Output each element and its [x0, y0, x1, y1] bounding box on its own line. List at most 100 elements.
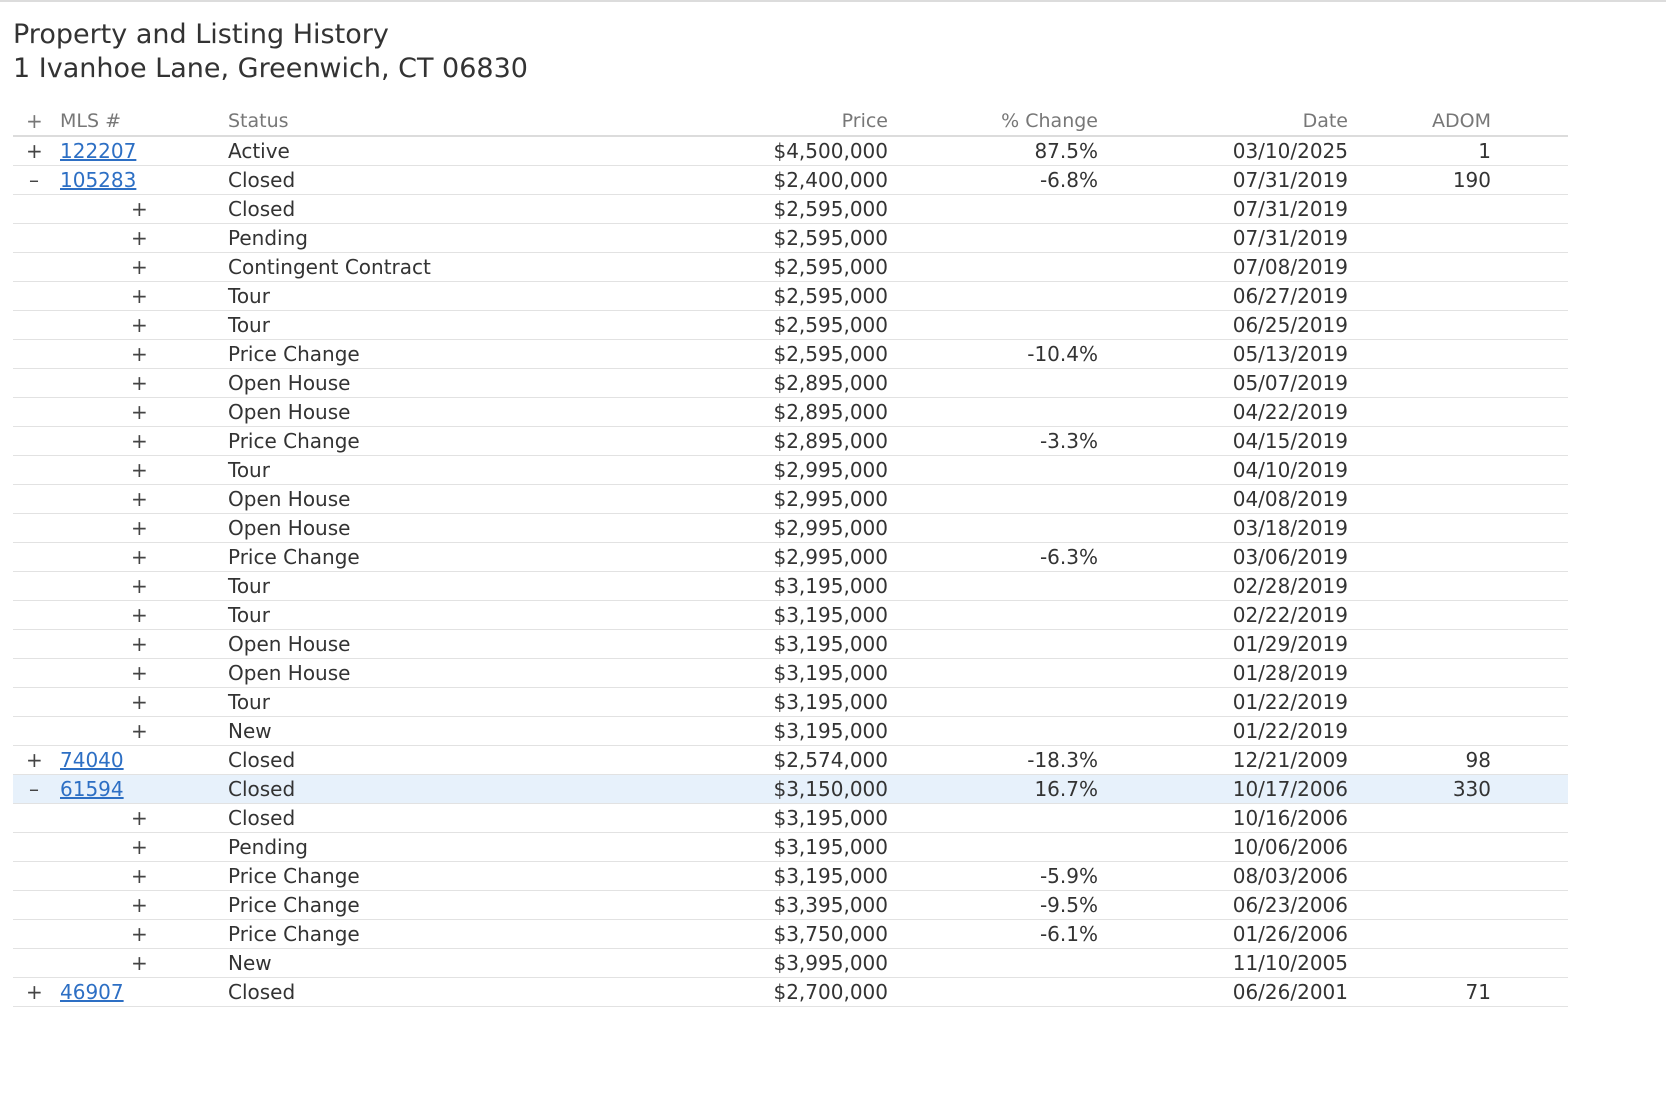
- expand-toggle[interactable]: +: [131, 485, 148, 514]
- expand-toggle[interactable]: +: [131, 224, 148, 253]
- mls-number-link[interactable]: 61594: [60, 777, 124, 801]
- mls-number-link[interactable]: 74040: [60, 748, 124, 772]
- history-event-row[interactable]: + Price Change $2,895,000 -3.3% 04/15/2019: [13, 427, 1568, 456]
- mls-number-link[interactable]: 122207: [60, 139, 136, 163]
- listing-row[interactable]: +46907 Closed $2,700,000 06/26/2001 71: [13, 978, 1568, 1007]
- expand-all-toggle[interactable]: +: [26, 107, 43, 136]
- expand-toggle[interactable]: +: [131, 804, 148, 833]
- history-event-row[interactable]: + Closed $3,195,000 10/16/2006: [13, 804, 1568, 833]
- mls-link[interactable]: 61594: [60, 775, 210, 804]
- listing-row[interactable]: –61594 Closed $3,150,000 16.7% 10/17/2006 330: [13, 775, 1568, 804]
- expand-toggle[interactable]: +: [131, 456, 148, 485]
- history-event-row[interactable]: + Open House $2,995,000 03/18/2019: [13, 514, 1568, 543]
- expand-toggle[interactable]: +: [131, 398, 148, 427]
- column-header-mls[interactable]: MLS #: [60, 107, 210, 136]
- price-cell: $3,195,000: [773, 661, 888, 685]
- expand-toggle[interactable]: +: [131, 572, 148, 601]
- mls-link[interactable]: 74040: [60, 746, 210, 775]
- collapse-toggle[interactable]: –: [26, 775, 42, 804]
- history-event-row[interactable]: + Closed $2,595,000 07/31/2019: [13, 195, 1568, 224]
- history-event-row[interactable]: + Price Change $3,195,000 -5.9% 08/03/2006: [13, 862, 1568, 891]
- expand-toggle[interactable]: +: [131, 920, 148, 949]
- history-event-row[interactable]: + Open House $3,195,000 01/29/2019: [13, 630, 1568, 659]
- adom-cell: 330: [1452, 777, 1491, 801]
- history-event-row[interactable]: + Tour $3,195,000 01/22/2019: [13, 688, 1568, 717]
- history-event-row[interactable]: + Price Change $3,750,000 -6.1% 01/26/2006: [13, 920, 1568, 949]
- history-event-row[interactable]: + Open House $2,895,000 04/22/2019: [13, 398, 1568, 427]
- history-event-row[interactable]: + Pending $3,195,000 10/06/2006: [13, 833, 1568, 862]
- expand-toggle[interactable]: +: [26, 137, 43, 166]
- date-cell: 01/22/2019: [1232, 719, 1348, 743]
- history-event-row[interactable]: + Contingent Contract $2,595,000 07/08/2019: [13, 253, 1568, 282]
- date-cell: 04/08/2019: [1232, 487, 1348, 511]
- expand-toggle[interactable]: +: [131, 311, 148, 340]
- status-cell: Tour: [228, 458, 270, 482]
- expand-toggle[interactable]: +: [26, 746, 43, 775]
- expand-toggle[interactable]: +: [131, 717, 148, 746]
- column-header-change[interactable]: % Change: [898, 107, 1098, 136]
- expand-toggle[interactable]: +: [131, 601, 148, 630]
- collapse-toggle[interactable]: –: [26, 166, 42, 195]
- history-event-row[interactable]: + Open House $2,995,000 04/08/2019: [13, 485, 1568, 514]
- listing-row[interactable]: +122207 Active $4,500,000 87.5% 03/10/2025 1: [13, 137, 1568, 166]
- status-cell: Closed: [228, 777, 296, 801]
- history-event-row[interactable]: + Open House $2,895,000 05/07/2019: [13, 369, 1568, 398]
- mls-number-link[interactable]: 105283: [60, 168, 136, 192]
- mls-link[interactable]: 46907: [60, 978, 210, 1007]
- expand-toggle[interactable]: +: [131, 195, 148, 224]
- percent-change-cell: 87.5%: [1034, 139, 1098, 163]
- status-cell: Open House: [228, 661, 351, 685]
- mls-number-link[interactable]: 46907: [60, 980, 124, 1004]
- mls-link[interactable]: 105283: [60, 166, 210, 195]
- status-cell: Price Change: [228, 429, 360, 453]
- date-cell: 04/10/2019: [1232, 458, 1348, 482]
- column-header-date[interactable]: Date: [1148, 107, 1348, 136]
- history-event-row[interactable]: + Tour $2,595,000 06/25/2019: [13, 311, 1568, 340]
- column-header-price[interactable]: Price: [588, 107, 888, 136]
- percent-change-cell: -18.3%: [1027, 748, 1098, 772]
- history-event-row[interactable]: + Tour $2,595,000 06/27/2019: [13, 282, 1568, 311]
- listing-row[interactable]: –105283 Closed $2,400,000 -6.8% 07/31/2019 19…: [13, 166, 1568, 195]
- mls-link[interactable]: 122207: [60, 137, 210, 166]
- column-header-status[interactable]: Status: [228, 107, 528, 136]
- expand-toggle[interactable]: +: [26, 978, 43, 1007]
- history-event-row[interactable]: + Price Change $2,995,000 -6.3% 03/06/2019: [13, 543, 1568, 572]
- expand-toggle[interactable]: +: [131, 630, 148, 659]
- expand-toggle[interactable]: +: [131, 688, 148, 717]
- history-event-row[interactable]: + Tour $3,195,000 02/28/2019: [13, 572, 1568, 601]
- price-cell: $2,574,000: [773, 748, 888, 772]
- price-cell: $3,195,000: [773, 719, 888, 743]
- expand-toggle[interactable]: +: [131, 427, 148, 456]
- adom-cell: 190: [1452, 168, 1491, 192]
- listing-row[interactable]: +74040 Closed $2,574,000 -18.3% 12/21/2009 98: [13, 746, 1568, 775]
- expand-toggle[interactable]: +: [131, 340, 148, 369]
- expand-toggle[interactable]: +: [131, 659, 148, 688]
- date-cell: 02/28/2019: [1232, 574, 1348, 598]
- expand-toggle[interactable]: +: [131, 891, 148, 920]
- price-cell: $4,500,000: [773, 139, 888, 163]
- expand-toggle[interactable]: +: [131, 949, 148, 978]
- expand-toggle[interactable]: +: [131, 833, 148, 862]
- history-event-row[interactable]: + Price Change $3,395,000 -9.5% 06/23/2006: [13, 891, 1568, 920]
- price-cell: $3,195,000: [773, 864, 888, 888]
- history-event-row[interactable]: + New $3,195,000 01/22/2019: [13, 717, 1568, 746]
- history-event-row[interactable]: + Tour $3,195,000 02/22/2019: [13, 601, 1568, 630]
- price-cell: $2,995,000: [773, 487, 888, 511]
- history-event-row[interactable]: + Price Change $2,595,000 -10.4% 05/13/2019: [13, 340, 1568, 369]
- expand-toggle[interactable]: +: [131, 369, 148, 398]
- history-event-row[interactable]: + Tour $2,995,000 04/10/2019: [13, 456, 1568, 485]
- expand-toggle[interactable]: +: [131, 543, 148, 572]
- history-event-row[interactable]: + New $3,995,000 11/10/2005: [13, 949, 1568, 978]
- adom-cell: 1: [1478, 139, 1491, 163]
- expand-toggle[interactable]: +: [131, 514, 148, 543]
- date-cell: 10/16/2006: [1232, 806, 1348, 830]
- date-cell: 12/21/2009: [1232, 748, 1348, 772]
- history-event-row[interactable]: + Open House $3,195,000 01/28/2019: [13, 659, 1568, 688]
- expand-toggle[interactable]: +: [131, 253, 148, 282]
- column-header-adom[interactable]: ADOM: [1391, 107, 1491, 136]
- expand-toggle[interactable]: +: [131, 862, 148, 891]
- expand-toggle[interactable]: +: [131, 282, 148, 311]
- price-cell: $3,195,000: [773, 603, 888, 627]
- price-cell: $3,395,000: [773, 893, 888, 917]
- history-event-row[interactable]: + Pending $2,595,000 07/31/2019: [13, 224, 1568, 253]
